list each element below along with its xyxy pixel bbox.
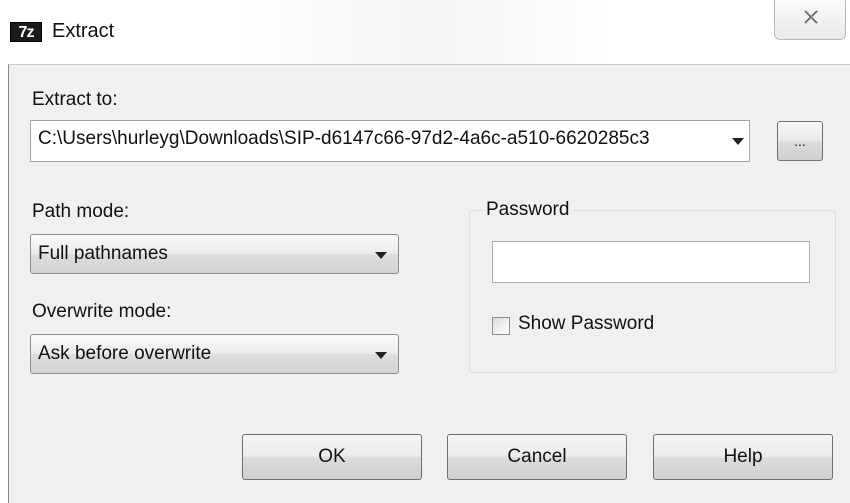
help-button[interactable]: Help [653,434,833,480]
extract-to-value: C:\Users\hurleyg\Downloads\SIP-d6147c66-… [38,128,650,149]
chevron-down-icon[interactable] [732,138,744,145]
close-button[interactable] [774,0,846,40]
show-password-label[interactable]: Show Password [518,313,654,335]
window-title: Extract [52,20,115,42]
cancel-button[interactable]: Cancel [447,434,627,480]
close-icon [804,10,819,24]
ok-button[interactable]: OK [242,434,422,480]
dialog-body: Extract to: C:\Users\hurleyg\Downloads\S… [8,64,850,503]
password-group-label: Password [482,199,574,221]
extract-to-label: Extract to: [32,89,118,110]
7zip-app-icon: 7z [10,22,42,42]
password-input[interactable] [492,241,810,283]
overwrite-mode-select[interactable]: Ask before overwrite [30,334,399,374]
password-group: Password Show Password [469,199,836,373]
path-mode-label: Path mode: [32,201,130,222]
chevron-down-icon [375,352,387,359]
extract-to-combobox[interactable]: C:\Users\hurleyg\Downloads\SIP-d6147c66-… [30,120,750,162]
path-mode-value: Full pathnames [38,243,168,264]
chevron-down-icon [375,252,387,259]
overwrite-mode-value: Ask before overwrite [38,343,212,364]
path-mode-select[interactable]: Full pathnames [30,234,399,274]
overwrite-mode-label: Overwrite mode: [32,301,172,322]
title-bar: 7z Extract [0,0,850,64]
browse-button[interactable]: ... [777,121,823,161]
show-password-checkbox[interactable] [492,317,510,335]
